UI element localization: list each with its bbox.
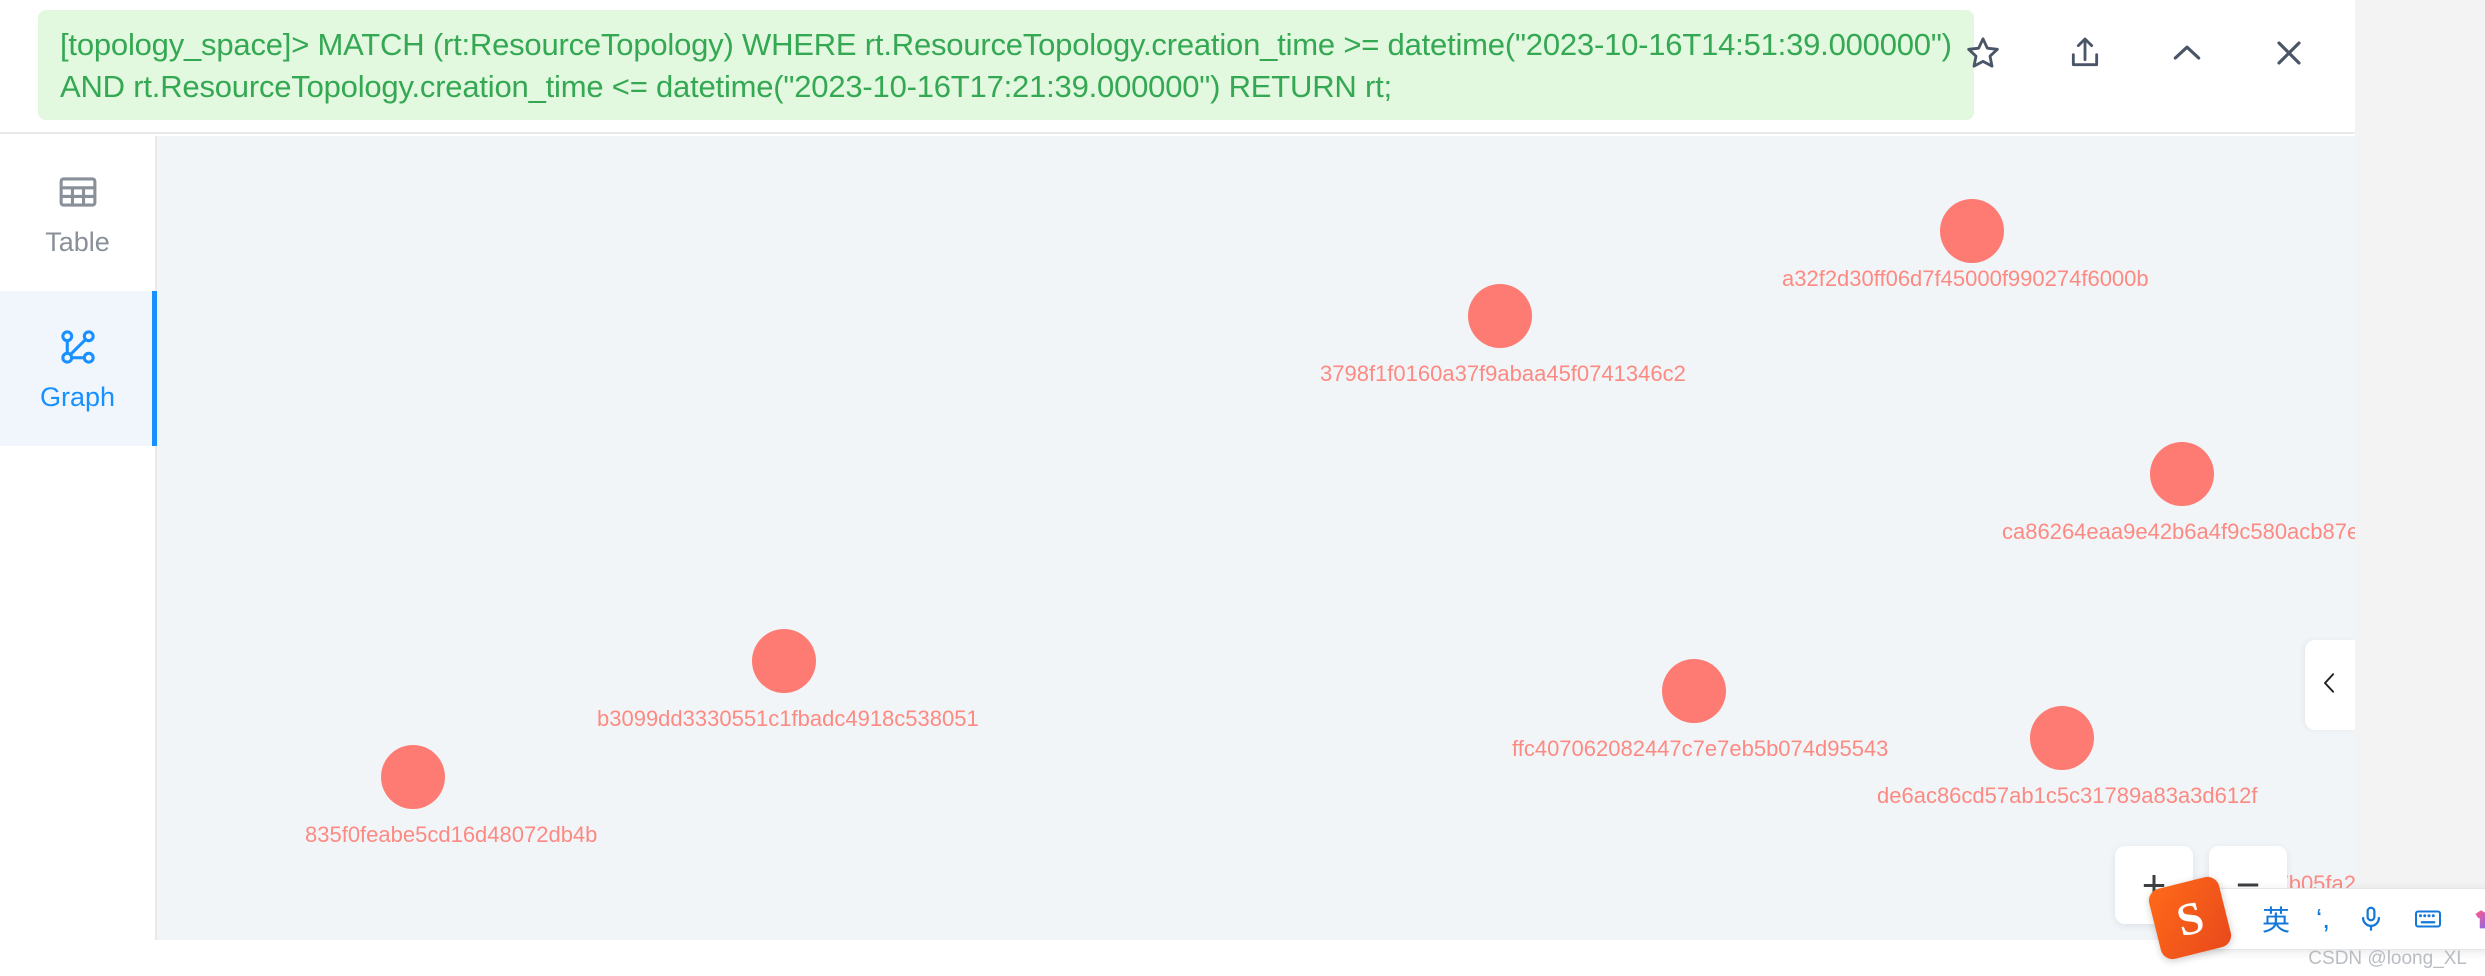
- ime-voice-input[interactable]: [2356, 904, 2386, 934]
- graph-node-label: 835f0feabe5cd16d48072db4b: [305, 822, 598, 847]
- graph-node[interactable]: [2150, 442, 2214, 506]
- chevron-left-icon: [2315, 668, 2345, 703]
- close-button[interactable]: [2266, 30, 2312, 76]
- right-edge-strip: [2355, 0, 2485, 940]
- table-icon: [55, 169, 101, 215]
- graph-node-label: de6ac86cd57ab1c5c31789a83a3d612f: [1877, 783, 2258, 808]
- graph-canvas[interactable]: 3798f1f0160a37f9abaa45f0741346c2 a32f2d30…: [157, 136, 2355, 940]
- graph-node-label: ca86264eaa9e42b6a4f9c580acb87e13: [2002, 519, 2355, 544]
- ime-punctuation-toggle[interactable]: ‘,: [2316, 903, 2330, 935]
- query-text: [topology_space]> MATCH (rt:ResourceTopo…: [60, 27, 1959, 104]
- graph-node-label: a32f2d30ff06d7f45000f990274f6000b: [1782, 266, 2149, 291]
- sidebar-item-graph-label: Graph: [39, 382, 116, 412]
- chevron-up-icon: [2167, 33, 2207, 73]
- ime-language-toggle[interactable]: 英: [2262, 899, 2290, 939]
- sidebar-item-table-label: Table: [45, 227, 110, 257]
- star-icon: [1963, 33, 2003, 73]
- query-result-banner: [topology_space]> MATCH (rt:ResourceTopo…: [38, 10, 1974, 120]
- query-bar-actions: [1960, 30, 2312, 76]
- graph-node-label: b3099dd3330551c1fbadc4918c538051: [597, 706, 979, 731]
- graph-node-label: 3798f1f0160a37f9abaa45f0741346c2: [1320, 361, 1686, 386]
- upload-icon: [2065, 33, 2105, 73]
- sidebar-item-graph[interactable]: Graph: [0, 291, 157, 446]
- query-bar: [topology_space]> MATCH (rt:ResourceTopo…: [0, 0, 2362, 134]
- graph-icon: [55, 324, 101, 370]
- collapse-button[interactable]: [2164, 30, 2210, 76]
- ime-soft-keyboard[interactable]: [2412, 904, 2444, 934]
- graph-node[interactable]: [381, 745, 445, 809]
- bottom-bar: [0, 940, 2355, 976]
- app-root: [topology_space]> MATCH (rt:ResourceTopo…: [0, 0, 2485, 976]
- graph-node[interactable]: [1662, 659, 1726, 723]
- graph-node-label: ffc407062082447c7e7eb5b074d95543: [1512, 736, 1889, 761]
- graph-node[interactable]: [1940, 199, 2004, 263]
- view-mode-sidebar: Table Graph: [0, 136, 157, 940]
- export-button[interactable]: [2062, 30, 2108, 76]
- graph-node[interactable]: [2030, 706, 2094, 770]
- side-panel-toggle[interactable]: [2305, 640, 2355, 730]
- ime-skin[interactable]: [2470, 904, 2485, 934]
- sidebar-item-table[interactable]: Table: [0, 136, 155, 291]
- close-icon: [2269, 33, 2309, 73]
- watermark: CSDN @loong_XL: [2308, 948, 2467, 969]
- graph-node[interactable]: [1468, 284, 1532, 348]
- favorite-button[interactable]: [1960, 30, 2006, 76]
- graph-node[interactable]: [752, 629, 816, 693]
